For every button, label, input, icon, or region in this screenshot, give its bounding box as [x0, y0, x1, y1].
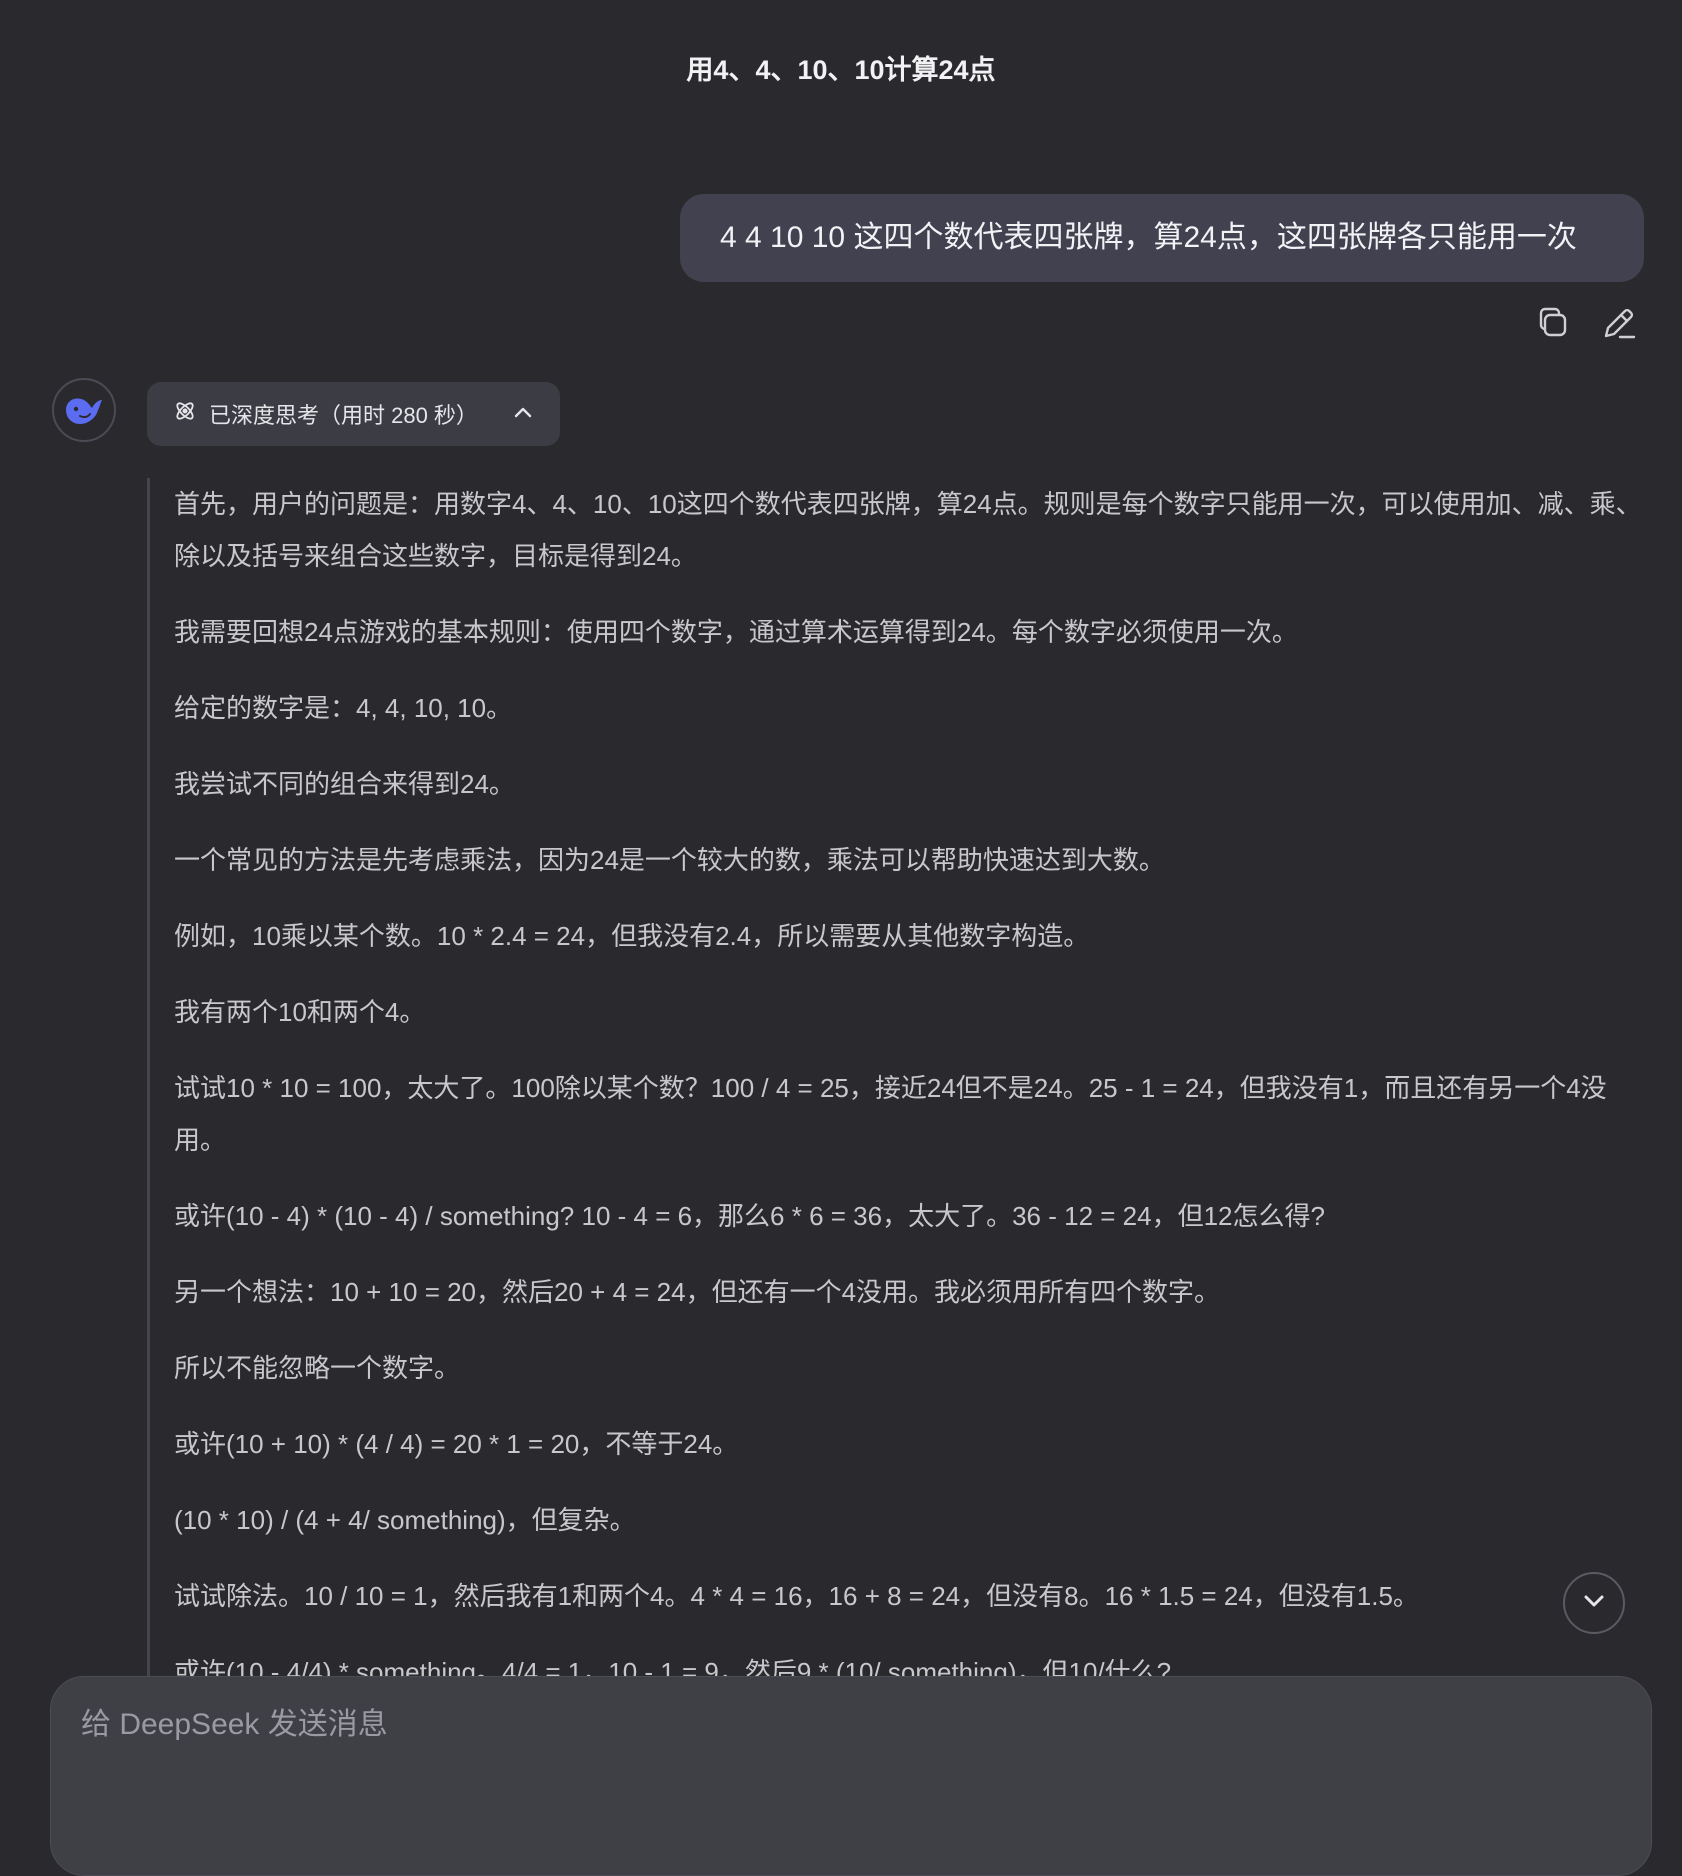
- reasoning-paragraph: 我有两个10和两个4。: [174, 997, 426, 1027]
- reasoning-paragraph: (10 * 10) / (4 + 4/ something)，但复杂。: [174, 1505, 636, 1535]
- reasoning-paragraph: 或许(10 - 4/4) * something。4/4 = 1，10 - 1 …: [174, 1657, 1172, 1676]
- edit-pencil-icon[interactable]: [1596, 300, 1642, 346]
- reasoning-paragraph: 我尝试不同的组合来得到24。: [174, 769, 515, 799]
- deep-think-toggle[interactable]: 已深度思考（用时 280 秒）: [147, 382, 560, 446]
- deepseek-whale-logo: [52, 378, 116, 442]
- reasoning-paragraph: 一个常见的方法是先考虑乘法，因为24是一个较大的数，乘法可以帮助快速达到大数。: [174, 845, 1165, 875]
- reasoning-paragraph: 我需要回想24点游戏的基本规则：使用四个数字，通过算术运算得到24。每个数字必须…: [174, 617, 1298, 647]
- message-composer: [50, 1676, 1652, 1876]
- reasoning-paragraph: 例如，10乘以某个数。10 * 2.4 = 24，但我没有2.4，所以需要从其他…: [174, 921, 1090, 951]
- scroll-to-bottom-button[interactable]: [1563, 1572, 1625, 1634]
- chevron-down-icon: [1579, 1586, 1609, 1621]
- message-actions: [1530, 300, 1650, 350]
- reasoning-paragraph: 另一个想法：10 + 10 = 20，然后20 + 4 = 24，但还有一个4没…: [174, 1277, 1221, 1307]
- deep-think-label: 已深度思考（用时 280 秒）: [209, 403, 478, 428]
- reasoning-paragraph: 给定的数字是：4, 4, 10, 10。: [174, 693, 513, 723]
- reasoning-paragraph: 所以不能忽略一个数字。: [174, 1353, 461, 1383]
- reasoning-paragraph: 或许(10 + 10) * (4 / 4) = 20 * 1 = 20，不等于2…: [174, 1429, 739, 1459]
- chevron-up-icon: [512, 402, 534, 430]
- reasoning-paragraph: 试试10 * 10 = 100，太大了。100除以某个数？100 / 4 = 2…: [174, 1073, 1607, 1155]
- reasoning-paragraph: 试试除法。10 / 10 = 1，然后我有1和两个4。4 * 4 = 16，16…: [174, 1581, 1419, 1611]
- reasoning-paragraph: 或许(10 - 4) * (10 - 4) / something? 10 - …: [174, 1201, 1325, 1231]
- user-message-bubble: 4 4 10 10 这四个数代表四张牌，算24点，这四张牌各只能用一次: [680, 194, 1644, 282]
- reasoning-content: 首先，用户的问题是：用数字4、4、10、10这四个数代表四张牌，算24点。规则是…: [147, 478, 1655, 1676]
- atom-icon: [173, 399, 197, 429]
- copy-icon[interactable]: [1530, 300, 1576, 346]
- message-input[interactable]: [79, 1699, 1623, 1751]
- page-title: 用4、4、10、10计算24点: [686, 55, 996, 85]
- reasoning-paragraph: 首先，用户的问题是：用数字4、4、10、10这四个数代表四张牌，算24点。规则是…: [174, 489, 1642, 571]
